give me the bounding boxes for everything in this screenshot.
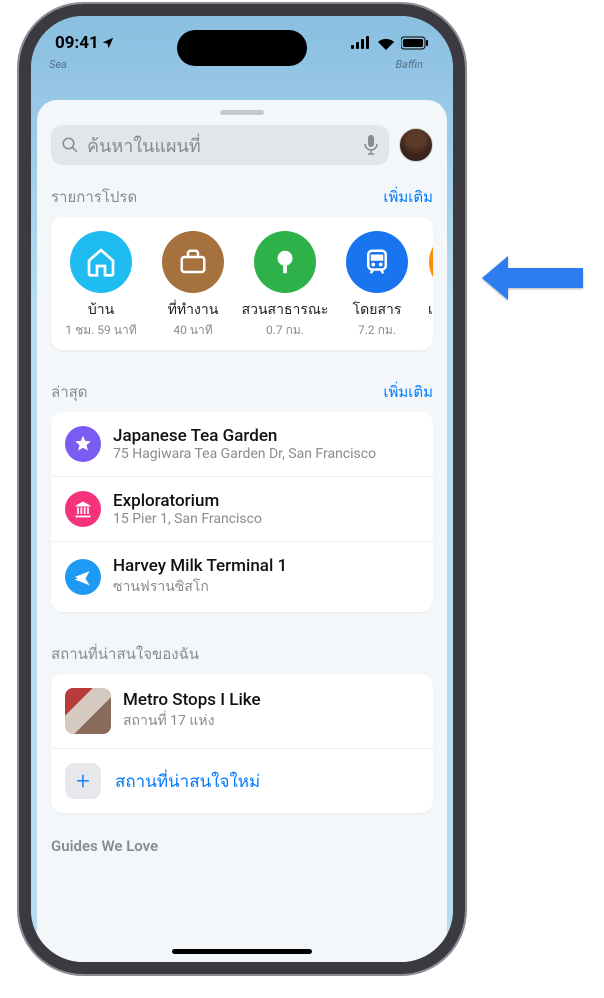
guides-we-love-title: Guides We Love	[37, 817, 447, 855]
favorite-label: สวนสาธารณะ	[239, 299, 331, 321]
search-icon	[61, 136, 79, 154]
search-sheet[interactable]: ค้นหาในแผนที่ รายการโปรด เพิ่มเติม บ้าน …	[37, 100, 447, 962]
map-label-sea: Sea	[49, 58, 67, 71]
recents-more[interactable]: เพิ่มเติม	[383, 380, 433, 404]
recent-item[interactable]: Harvey Milk Terminal 1 ซานฟรานซิสโก	[51, 541, 433, 612]
phone-frame: Sea Baffin 09:41 ค้นหาในแผนที่	[19, 4, 465, 974]
favorite-label: บ้าน	[55, 299, 147, 321]
favorite-label: โดยสาร	[331, 299, 423, 321]
status-time-text: 09:41	[55, 33, 99, 53]
home-indicator[interactable]	[172, 949, 312, 954]
museum-icon	[73, 499, 93, 519]
favorite-transit[interactable]: โดยสาร 7.2 กม.	[331, 231, 423, 340]
guide-title: Metro Stops I Like	[123, 690, 419, 710]
favorite-sub: 7.2 กม.	[331, 321, 423, 340]
sheet-grabber[interactable]	[220, 110, 264, 115]
search-placeholder: ค้นหาในแผนที่	[87, 131, 355, 160]
favorite-label: ที่ทำงาน	[147, 299, 239, 321]
favorites-more[interactable]: เพิ่มเติม	[383, 185, 433, 209]
favorite-home[interactable]: บ้าน 1 ชม. 59 นาที	[55, 231, 147, 340]
avatar[interactable]	[399, 128, 433, 162]
wifi-icon	[377, 37, 395, 50]
location-arrow-icon	[101, 36, 115, 50]
recents-title: ล่าสุด	[51, 380, 88, 404]
map-label-baffin: Baffin	[396, 58, 423, 71]
favorite-sub: 3.	[423, 321, 433, 335]
search-input[interactable]: ค้นหาในแผนที่	[51, 125, 389, 165]
favorite-work[interactable]: ที่ทำงาน 40 นาที	[147, 231, 239, 340]
annotation-arrow	[478, 252, 588, 304]
guide-thumbnail	[65, 688, 111, 734]
recents-card: Japanese Tea Garden 75 Hagiwara Tea Gard…	[51, 412, 433, 612]
recent-sub: 75 Hagiwara Tea Garden Dr, San Francisco	[113, 446, 419, 462]
favorite-park[interactable]: สวนสาธารณะ 0.7 กม.	[239, 231, 331, 340]
tree-icon	[270, 247, 300, 277]
dynamic-island	[177, 30, 307, 66]
train-icon	[362, 247, 392, 277]
recent-item[interactable]: Exploratorium 15 Pier 1, San Francisco	[51, 476, 433, 541]
favorite-sub: 40 นาที	[147, 321, 239, 340]
plus-icon: +	[65, 763, 101, 799]
status-time: 09:41	[55, 33, 115, 53]
favorite-plane[interactable]: เครื่อ 3.	[423, 231, 433, 340]
new-guide-label: สถานที่น่าสนใจใหม่	[115, 768, 260, 795]
star-icon	[73, 434, 93, 454]
recent-title: Japanese Tea Garden	[113, 426, 419, 446]
battery-icon	[401, 36, 429, 50]
guide-sub: สถานที่ 17 แห่ง	[123, 710, 419, 732]
favorite-label: เครื่อ	[423, 299, 433, 321]
favorites-card[interactable]: บ้าน 1 ชม. 59 นาที ที่ทำงาน 40 นาที สวนส…	[51, 217, 433, 350]
recent-sub: 15 Pier 1, San Francisco	[113, 511, 419, 527]
home-icon	[85, 246, 117, 278]
new-guide-button[interactable]: + สถานที่น่าสนใจใหม่	[51, 748, 433, 813]
mic-icon[interactable]	[363, 135, 379, 155]
recent-title: Exploratorium	[113, 491, 419, 511]
recent-sub: ซานฟรานซิสโก	[113, 576, 419, 598]
guide-item[interactable]: Metro Stops I Like สถานที่ 17 แห่ง	[51, 674, 433, 748]
my-guides-card: Metro Stops I Like สถานที่ 17 แห่ง + สถา…	[51, 674, 433, 813]
airplane-icon	[73, 567, 93, 587]
favorite-sub: 0.7 กม.	[239, 321, 331, 340]
briefcase-icon	[178, 247, 208, 277]
cellular-icon	[351, 36, 371, 50]
recent-item[interactable]: Japanese Tea Garden 75 Hagiwara Tea Gard…	[51, 412, 433, 476]
favorite-sub: 1 ชม. 59 นาที	[55, 321, 147, 340]
favorites-title: รายการโปรด	[51, 185, 137, 209]
recent-title: Harvey Milk Terminal 1	[113, 556, 419, 576]
my-guides-title: สถานที่น่าสนใจของฉัน	[51, 642, 199, 666]
